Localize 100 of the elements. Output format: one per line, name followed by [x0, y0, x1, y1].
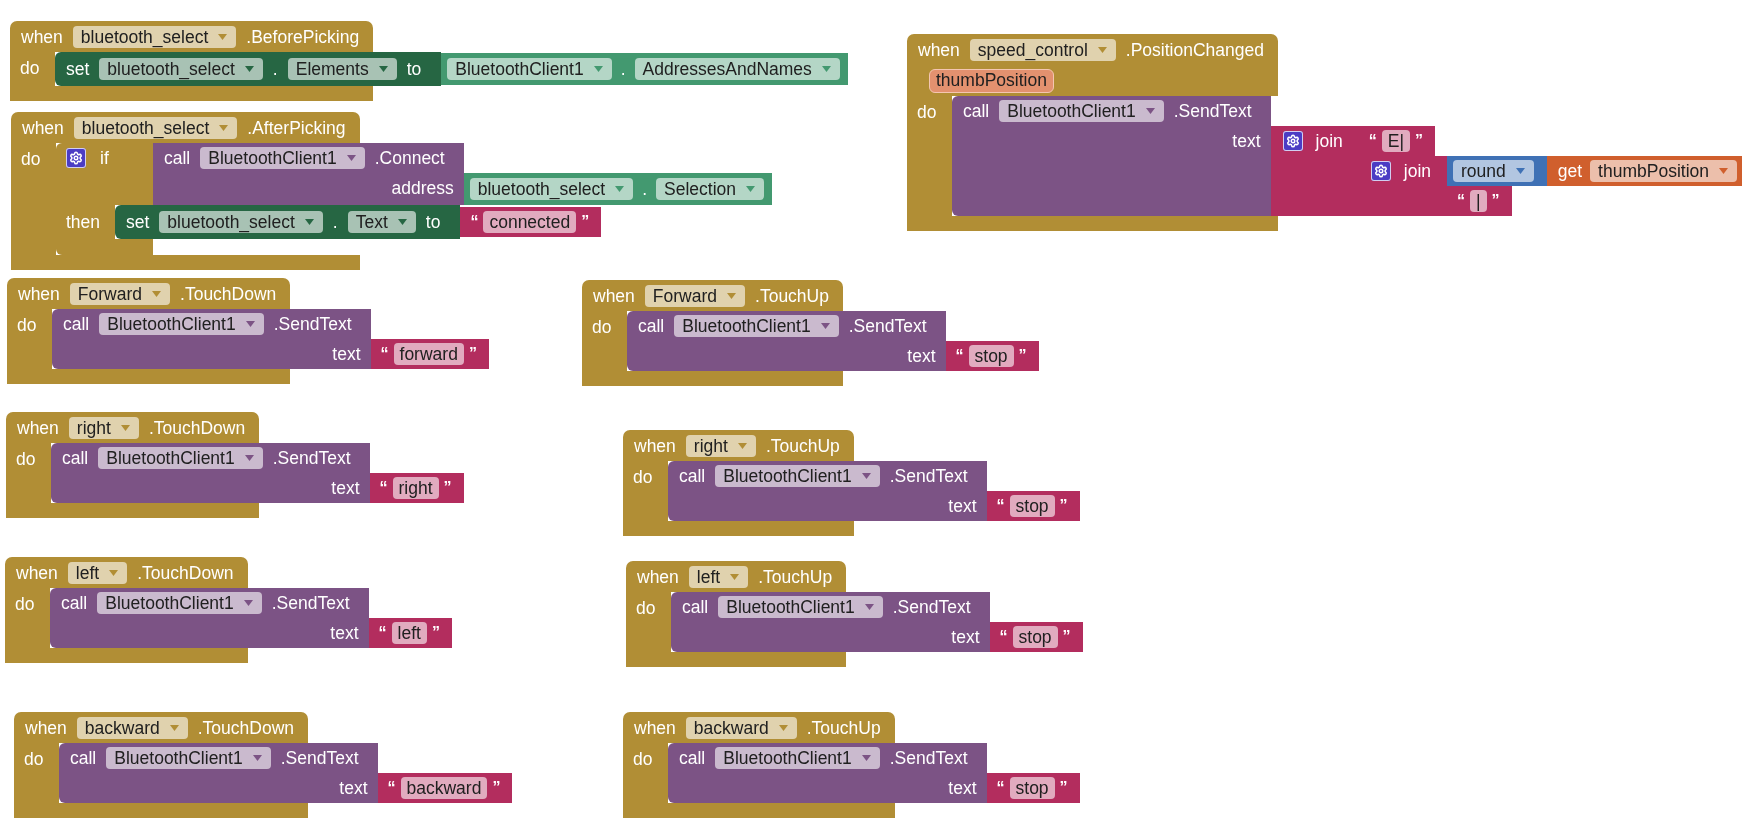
join-keyword: join: [1315, 131, 1343, 151]
text-field[interactable]: left: [391, 622, 427, 644]
parameter-chip[interactable]: thumbPosition: [929, 68, 1054, 93]
text-block[interactable]: “ | ”: [1447, 186, 1512, 216]
component-dropdown[interactable]: Forward: [644, 284, 746, 307]
component-dropdown[interactable]: BluetoothClient1: [718, 596, 883, 618]
quote-mark: “: [470, 212, 479, 232]
call-block[interactable]: call BluetoothClient1 .SendText text join “ E| ” join round get thumbPosition “ | ”: [952, 96, 1742, 216]
text-field[interactable]: stop: [1009, 495, 1055, 517]
caret-icon: [593, 66, 603, 72]
text-block[interactable]: “ forward ”: [370, 339, 489, 369]
text-block[interactable]: “ E| ”: [1358, 126, 1435, 156]
when-keyword: when: [918, 39, 960, 60]
text-block[interactable]: “ right ”: [369, 473, 464, 503]
component-dropdown[interactable]: BluetoothClient1: [674, 315, 839, 337]
component-dropdown[interactable]: bluetooth_select: [72, 25, 237, 48]
event-block[interactable]: when left .TouchUp do call BluetoothClient1 .SendText text “ stop ”: [626, 561, 1083, 667]
text-field[interactable]: forward: [393, 343, 464, 365]
property-dropdown[interactable]: Text: [347, 211, 416, 233]
caret-icon: [169, 724, 179, 731]
text-field[interactable]: stop: [1009, 777, 1055, 799]
component-dropdown[interactable]: BluetoothClient1: [999, 100, 1164, 122]
component-dropdown[interactable]: BluetoothClient1: [98, 447, 263, 469]
event-name: .AfterPicking: [247, 117, 346, 138]
component-dropdown[interactable]: BluetoothClient1: [715, 747, 880, 769]
component-dropdown[interactable]: bluetooth_select: [73, 116, 238, 139]
math-block[interactable]: round get thumbPosition: [1447, 156, 1742, 186]
method-name: .SendText: [271, 593, 350, 613]
text-block[interactable]: “ stop ”: [986, 491, 1080, 521]
do-keyword: do: [17, 315, 37, 335]
component-dropdown[interactable]: BluetoothClient1: [97, 592, 262, 614]
variable-dropdown[interactable]: thumbPosition: [1590, 160, 1737, 182]
join-block[interactable]: join round get thumbPosition “ | ”: [1358, 156, 1742, 216]
component-dropdown[interactable]: BluetoothClient1: [106, 747, 271, 769]
quote-mark: “: [378, 623, 387, 643]
component-dropdown[interactable]: backward: [685, 716, 797, 739]
text-field[interactable]: |: [1470, 190, 1487, 212]
text-block[interactable]: “ backward ”: [377, 773, 513, 803]
gear-icon[interactable]: [66, 148, 86, 168]
text-block[interactable]: “ stop ”: [945, 341, 1039, 371]
text-field[interactable]: stop: [968, 345, 1014, 367]
gear-icon[interactable]: [1282, 131, 1303, 151]
text-block[interactable]: “ left ”: [368, 618, 452, 648]
component-dropdown[interactable]: BluetoothClient1: [99, 313, 264, 335]
set-block[interactable]: set bluetooth_select . Elements to BluetoothClient1 . AddressesAndNames: [55, 52, 848, 86]
component-dropdown[interactable]: left: [688, 565, 749, 588]
text-block[interactable]: “ stop ”: [986, 773, 1080, 803]
component-dropdown[interactable]: BluetoothClient1: [200, 147, 365, 169]
component-dropdown[interactable]: BluetoothClient1: [715, 465, 880, 487]
component-dropdown[interactable]: left: [67, 561, 128, 584]
component-dropdown[interactable]: BluetoothClient1: [447, 58, 612, 80]
caret-icon: [820, 323, 830, 329]
when-keyword: when: [18, 283, 60, 304]
property-getter-block[interactable]: BluetoothClient1 . AddressesAndNames: [441, 53, 848, 85]
component-dropdown[interactable]: bluetooth_select: [159, 211, 323, 233]
component-dropdown[interactable]: bluetooth_select: [469, 178, 634, 200]
text-block[interactable]: “ stop ”: [989, 622, 1083, 652]
event-block[interactable]: when speed_control .PositionChanged thumbPosition do call BluetoothClient1 .SendText text join “ E| ” join round get thumbPosition “ | ”: [907, 34, 1742, 231]
if-block[interactable]: if then call BluetoothClient1 .Connect address bluetooth_select . Selection set bluetooth_select . Text to “ connected ”: [56, 143, 773, 255]
quote-mark: “: [380, 344, 389, 364]
argument-label: text: [1232, 130, 1262, 151]
component-dropdown[interactable]: right: [685, 434, 756, 457]
when-keyword: when: [16, 562, 58, 583]
join-block[interactable]: join “ E| ” join round get thumbPosition “ | ”: [1270, 126, 1742, 216]
component-dropdown[interactable]: speed_control: [969, 38, 1116, 61]
quote-mark: “: [379, 478, 388, 498]
operator-dropdown[interactable]: round: [1453, 160, 1534, 182]
quote-mark: “: [999, 627, 1008, 647]
quote-mark: “: [387, 778, 396, 798]
text-block[interactable]: “ connected ”: [460, 207, 602, 237]
property-dropdown[interactable]: Selection: [656, 178, 765, 200]
event-block[interactable]: when bluetooth_select .AfterPicking do if then call BluetoothClient1 .Connect address bluetooth_select . Selection set bluetooth_select . Text to “ connected ”: [11, 112, 773, 270]
event-name: .TouchDown: [148, 417, 246, 438]
when-keyword: when: [25, 717, 67, 738]
get-block[interactable]: get thumbPosition: [1546, 156, 1742, 186]
component-dropdown[interactable]: right: [68, 416, 139, 439]
text-field[interactable]: right: [392, 477, 439, 499]
event-name: .PositionChanged: [1125, 39, 1264, 60]
quote-mark: ”: [1491, 191, 1500, 211]
event-block[interactable]: when bluetooth_select .BeforePicking do set bluetooth_select . Elements to BluetoothClient1 . AddressesAndNames: [10, 21, 848, 101]
text-field[interactable]: E|: [1381, 130, 1410, 152]
gear-icon[interactable]: [1370, 161, 1391, 181]
property-getter-block[interactable]: bluetooth_select . Selection: [463, 173, 773, 205]
call-keyword: call: [679, 748, 706, 768]
join-keyword: join: [1403, 161, 1431, 181]
component-dropdown[interactable]: Forward: [69, 282, 171, 305]
text-field[interactable]: stop: [1012, 626, 1058, 648]
quote-mark: ”: [443, 478, 452, 498]
text-field[interactable]: backward: [400, 777, 488, 799]
do-keyword: do: [15, 594, 35, 614]
property-dropdown[interactable]: Elements: [287, 58, 397, 80]
when-keyword: when: [634, 717, 676, 738]
component-dropdown[interactable]: bluetooth_select: [99, 58, 263, 80]
method-name: .SendText: [272, 448, 351, 468]
component-dropdown[interactable]: backward: [76, 716, 188, 739]
dot-label: .: [642, 179, 648, 199]
argument-label: address: [391, 177, 455, 198]
quote-mark: ”: [492, 778, 501, 798]
text-field[interactable]: connected: [483, 211, 577, 233]
property-dropdown[interactable]: AddressesAndNames: [634, 58, 840, 80]
